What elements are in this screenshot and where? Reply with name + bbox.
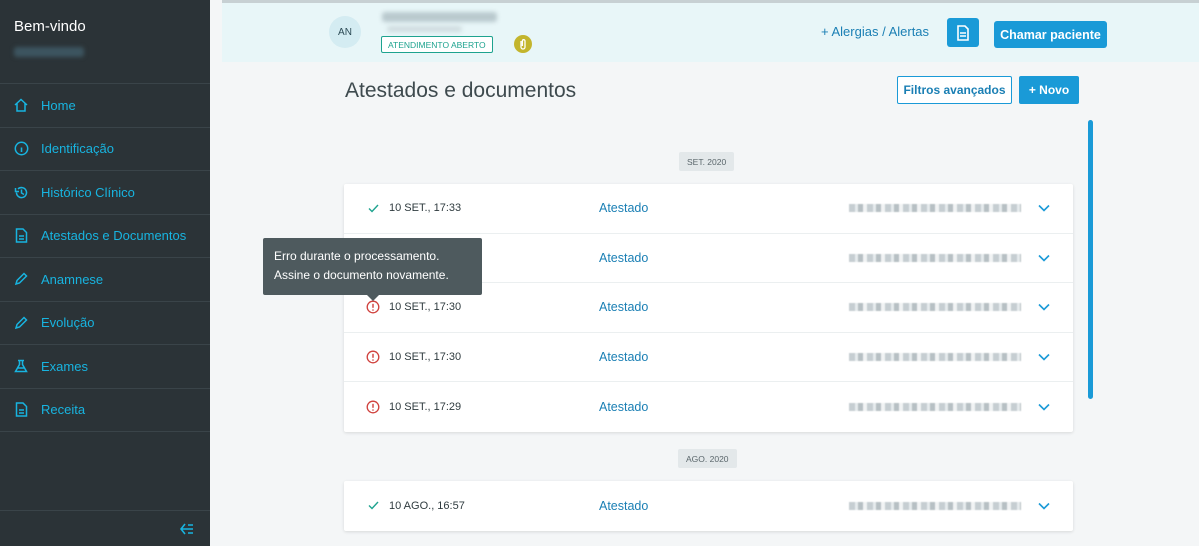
sidebar-item-3[interactable]: Atestados e Documentos [0,215,210,258]
sidebar-item-2[interactable]: Histórico Clínico [0,171,210,215]
tooltip-line-1: Erro durante o processamento. [274,249,440,263]
document-icon [957,24,969,41]
patient-header: AN ATENDIMENTO ABERTO + Alergias / Alert… [222,0,1199,62]
sidebar-item-label: Exames [41,358,88,374]
sidebar-item-label: Histórico Clínico [41,184,135,200]
welcome-text: Bem-vindo [14,18,86,35]
documents-button[interactable] [947,18,979,47]
home-icon [13,97,29,113]
chevron-down-icon[interactable] [1036,498,1052,514]
sidebar-item-label: Evolução [41,315,95,331]
page-title: Atestados e documentos [345,79,577,102]
document-type: Atestado [599,349,649,364]
chevron-down-icon[interactable] [1036,399,1052,415]
document-date: 10 SET., 17:30 [389,350,462,363]
document-icon [13,402,29,418]
sidebar-item-0[interactable]: Home [0,84,210,128]
chevron-down-icon[interactable] [1036,200,1052,216]
sidebar-item-label: Identificação [41,141,114,157]
signer-blurred [849,402,1021,411]
document-date: 10 AGO., 16:57 [389,499,465,512]
info-icon [13,141,29,157]
sidebar-item-6[interactable]: Exames [0,345,210,389]
attachment-icon[interactable] [514,35,532,53]
user-name-blurred [14,47,84,57]
tooltip-line-2: Assine o documento novamente. [274,268,449,282]
new-document-button[interactable]: + Novo [1019,76,1079,104]
signer-blurred [849,501,1021,510]
signer-blurred [849,352,1021,361]
document-row[interactable]: 10 SET., 17:29 Atestado [344,382,1073,432]
document-type: Atestado [599,250,649,265]
error-icon[interactable] [365,299,381,315]
document-date: 10 SET., 17:33 [389,202,462,215]
document-date: 10 SET., 17:30 [389,301,462,314]
sidebar-header: Bem-vindo [0,0,210,84]
sidebar-item-7[interactable]: Receita [0,389,210,432]
sidebar-item-label: Anamnese [41,271,104,287]
advanced-filters-button[interactable]: Filtros avançados [897,76,1012,104]
month-label: SET. 2020 [679,152,735,171]
sidebar-item-5[interactable]: Evolução [0,302,210,345]
error-icon[interactable] [365,399,381,415]
sidebar: Bem-vindo Home Identificação Histórico Clí… [0,0,210,546]
collapse-sidebar-icon [180,523,193,534]
document-row[interactable]: 10 AGO., 16:57 Atestado [344,481,1073,531]
signer-blurred [849,204,1021,213]
check-icon [365,498,381,514]
allergies-alerts-link[interactable]: + Alergias / Alertas [821,24,929,39]
document-icon [13,228,29,244]
document-type: Atestado [599,498,649,513]
sidebar-item-label: Home [41,97,76,113]
document-type: Atestado [599,399,649,414]
scrollbar[interactable] [1088,120,1093,399]
sidebar-item-label: Receita [41,402,86,418]
pencil-icon [13,271,29,287]
patient-info-blurred [387,26,462,32]
tooltip-tail [367,295,379,301]
month-label: AGO. 2020 [678,449,737,468]
flask-icon [13,358,29,374]
status-badge: ATENDIMENTO ABERTO [381,36,493,53]
document-date: 10 SET., 17:29 [389,400,462,413]
history-icon [13,184,29,200]
patient-name-blurred [382,12,497,22]
collapse-sidebar-button[interactable] [0,510,210,546]
chevron-down-icon[interactable] [1036,349,1052,365]
sidebar-item-1[interactable]: Identificação [0,128,210,171]
call-patient-button[interactable]: Chamar paciente [994,21,1107,48]
document-row[interactable]: 10 SET., 17:30 Atestado [344,333,1073,382]
signer-blurred [849,253,1021,262]
document-type: Atestado [599,300,649,315]
check-icon [365,200,381,216]
error-icon[interactable] [365,349,381,365]
pencil-icon [13,315,29,331]
signer-blurred [849,303,1021,312]
sidebar-item-4[interactable]: Anamnese [0,258,210,302]
avatar: AN [329,16,361,48]
chevron-down-icon[interactable] [1036,299,1052,315]
chevron-down-icon[interactable] [1036,250,1052,266]
document-row[interactable]: 10 SET., 17:33 Atestado [344,184,1073,234]
error-tooltip: Erro durante o processamento. Assine o d… [263,238,482,301]
sidebar-item-label: Atestados e Documentos [41,228,187,244]
document-type: Atestado [599,201,649,216]
document-list-sep: 10 SET., 17:33Atestado10 SET., 17:31Ates… [344,184,1073,432]
document-list-aug: 10 AGO., 16:57 Atestado [344,481,1073,531]
